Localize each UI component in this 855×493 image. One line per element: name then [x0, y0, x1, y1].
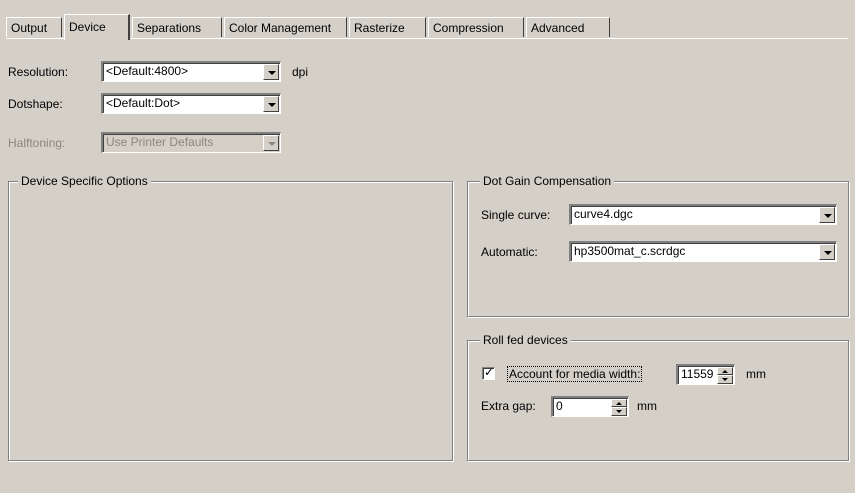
single-curve-label: Single curve:	[481, 208, 551, 222]
media-width-unit: mm	[746, 367, 766, 381]
halftoning-label: Halftoning:	[8, 136, 66, 150]
spin-up-icon[interactable]	[717, 367, 733, 375]
tab-rasterize[interactable]: Rasterize	[349, 17, 426, 37]
dotshape-value: <Default:Dot>	[106, 96, 181, 110]
media-width-spin[interactable]: 11559	[676, 364, 735, 385]
resolution-label: Resolution:	[8, 65, 69, 79]
chevron-down-icon	[824, 214, 832, 218]
extra-gap-value: 0	[556, 399, 563, 413]
halftoning-value: Use Printer Defaults	[106, 135, 214, 149]
automatic-combo[interactable]: hp3500mat_c.scrdgc	[569, 241, 837, 262]
automatic-value: hp3500mat_c.scrdgc	[574, 244, 686, 258]
resolution-combo[interactable]: <Default:4800>	[101, 61, 281, 82]
dotshape-dropdown-button[interactable]	[263, 96, 279, 112]
tab-output[interactable]: Output	[6, 17, 62, 37]
single-curve-dropdown-button[interactable]	[819, 207, 835, 223]
dot-gain-title: Dot Gain Compensation	[480, 174, 615, 188]
chevron-down-icon	[824, 251, 832, 255]
tab-separations[interactable]: Separations	[132, 17, 222, 37]
extra-gap-unit: mm	[637, 399, 657, 413]
extra-gap-updown[interactable]	[611, 399, 627, 416]
single-curve-combo[interactable]: curve4.dgc	[569, 204, 837, 225]
roll-fed-title: Roll fed devices	[480, 333, 571, 347]
tab-panel-border	[6, 38, 848, 39]
chevron-down-icon	[268, 103, 276, 107]
device-specific-options-group	[8, 181, 453, 461]
extra-gap-label: Extra gap:	[481, 399, 536, 413]
extra-gap-spin[interactable]: 0	[551, 396, 629, 417]
tab-color-management[interactable]: Color Management	[224, 17, 347, 37]
automatic-dropdown-button[interactable]	[819, 244, 835, 260]
chevron-down-icon	[268, 71, 276, 75]
check-icon: ✓	[484, 365, 495, 379]
media-width-value: 11559	[681, 367, 714, 381]
account-media-width-checkbox[interactable]: ✓	[482, 365, 495, 380]
tab-device[interactable]: Device	[64, 14, 130, 40]
account-media-width-label[interactable]: Account for media width:	[506, 366, 643, 382]
tab-advanced[interactable]: Advanced	[526, 17, 610, 37]
chevron-down-icon	[268, 142, 276, 146]
single-curve-value: curve4.dgc	[574, 207, 633, 221]
device-specific-options-title: Device Specific Options	[18, 174, 151, 188]
automatic-label: Automatic:	[481, 245, 538, 259]
resolution-value: <Default:4800>	[106, 64, 189, 78]
spin-down-icon[interactable]	[717, 375, 733, 384]
spin-up-icon[interactable]	[611, 399, 627, 407]
dotshape-label: Dotshape:	[8, 97, 63, 111]
resolution-dropdown-button[interactable]	[263, 64, 279, 80]
account-media-width-text: Account for media width:	[506, 366, 643, 382]
halftoning-dropdown-button	[263, 135, 279, 151]
tab-compression[interactable]: Compression	[428, 17, 524, 37]
media-width-updown[interactable]	[717, 367, 733, 384]
resolution-unit: dpi	[292, 65, 309, 79]
halftoning-combo: Use Printer Defaults	[101, 132, 281, 153]
dotshape-combo[interactable]: <Default:Dot>	[101, 93, 281, 114]
spin-down-icon[interactable]	[611, 407, 627, 416]
